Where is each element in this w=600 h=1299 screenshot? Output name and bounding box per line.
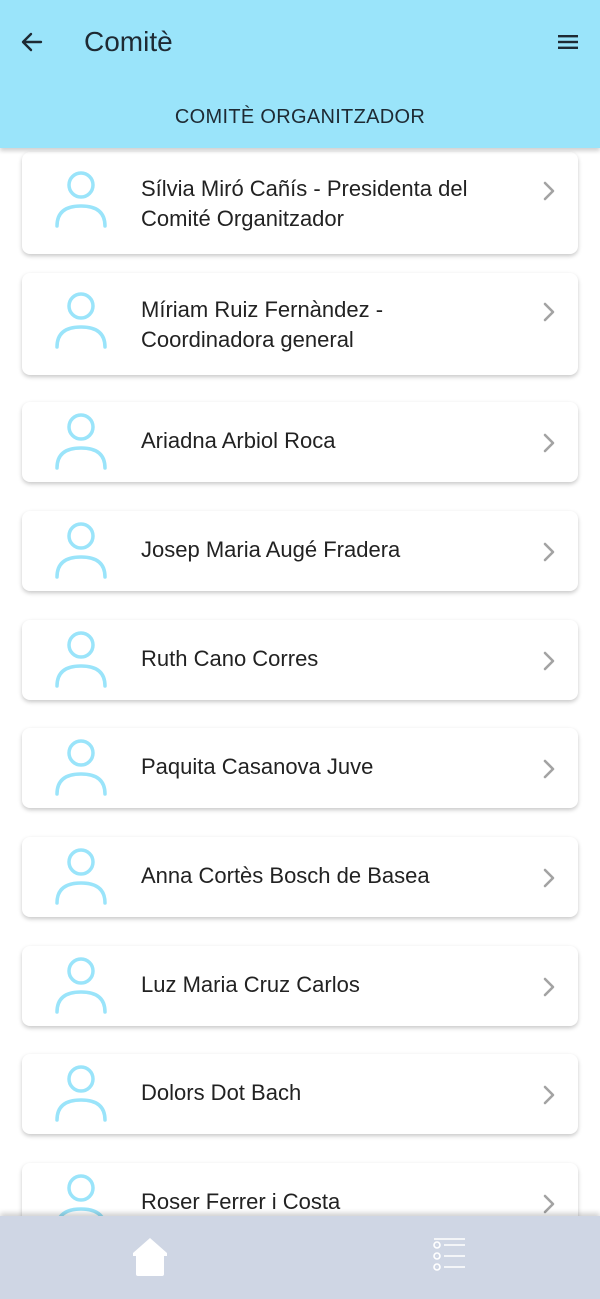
top-bar: Comitè bbox=[0, 0, 600, 84]
app-screen: Comitè COMITÈ ORGANITZADOR Sílvia Miró C… bbox=[0, 0, 600, 1299]
chevron-right-icon bbox=[543, 977, 555, 997]
chevron-right-icon bbox=[543, 759, 555, 779]
member-name: Anna Cortès Bosch de Basea bbox=[141, 863, 430, 888]
member-card[interactable]: Luz Maria Cruz Carlos bbox=[22, 946, 578, 1026]
member-name: Paquita Casanova Juve bbox=[141, 754, 374, 779]
member-card[interactable]: Míriam Ruiz Fernàndez - Coordinadora gen… bbox=[22, 273, 578, 375]
member-name: Roser Ferrer i Costa bbox=[141, 1189, 341, 1214]
back-button[interactable] bbox=[14, 24, 50, 60]
member-name: Ariadna Arbiol Roca bbox=[141, 428, 336, 453]
header: Comitè COMITÈ ORGANITZADOR bbox=[0, 0, 600, 148]
member-name: Míriam Ruiz Fernàndez - Coordinadora gen… bbox=[141, 297, 384, 352]
arrow-left-icon bbox=[21, 32, 43, 52]
member-name: Sílvia Miró Cañís - Presidenta del Comit… bbox=[141, 176, 468, 231]
user-avatar-icon bbox=[55, 1065, 107, 1122]
chevron-right-icon bbox=[543, 868, 555, 888]
member-card[interactable]: Paquita Casanova Juve bbox=[22, 728, 578, 808]
member-card[interactable]: Roser Ferrer i Costa bbox=[22, 1163, 578, 1216]
nav-list-button[interactable] bbox=[425, 1236, 475, 1278]
chevron-right-icon bbox=[543, 302, 555, 322]
bottom-nav bbox=[0, 1216, 600, 1299]
member-card[interactable]: Josep Maria Augé Fradera bbox=[22, 511, 578, 591]
user-avatar-icon bbox=[55, 739, 107, 796]
user-avatar-icon bbox=[58, 1174, 104, 1216]
chevron-right-icon bbox=[543, 1085, 555, 1105]
user-avatar-icon bbox=[55, 631, 107, 688]
chevron-right-icon bbox=[543, 542, 555, 562]
home-icon bbox=[133, 1238, 167, 1276]
list-icon bbox=[433, 1238, 465, 1271]
user-avatar-icon bbox=[55, 522, 107, 579]
page-title: Comitè bbox=[84, 26, 173, 57]
member-name: Ruth Cano Corres bbox=[141, 646, 319, 671]
menu-button[interactable] bbox=[550, 24, 586, 60]
user-avatar-icon bbox=[55, 848, 107, 905]
member-name: Dolors Dot Bach bbox=[141, 1080, 302, 1105]
member-name: Josep Maria Augé Fradera bbox=[141, 537, 401, 562]
nav-home-button[interactable] bbox=[125, 1236, 175, 1278]
chevron-right-icon bbox=[543, 1194, 555, 1214]
member-card[interactable]: Anna Cortès Bosch de Basea bbox=[22, 837, 578, 917]
chevron-right-icon bbox=[543, 181, 555, 201]
user-avatar-icon bbox=[55, 171, 107, 228]
user-avatar-icon bbox=[55, 292, 107, 349]
section-title: COMITÈ ORGANITZADOR bbox=[174, 106, 426, 128]
user-avatar-icon bbox=[55, 957, 107, 1014]
member-card[interactable]: Dolors Dot Bach bbox=[22, 1054, 578, 1134]
user-avatar-icon bbox=[55, 413, 107, 470]
member-card[interactable]: Sílvia Miró Cañís - Presidenta del Comit… bbox=[22, 152, 578, 254]
member-card[interactable]: Ariadna Arbiol Roca bbox=[22, 402, 578, 482]
hamburger-menu-icon bbox=[558, 35, 578, 49]
chevron-right-icon bbox=[543, 651, 555, 671]
chevron-right-icon bbox=[543, 433, 555, 453]
member-name: Luz Maria Cruz Carlos bbox=[141, 972, 360, 997]
members-list[interactable]: Sílvia Miró Cañís - Presidenta del Comit… bbox=[0, 148, 600, 1216]
member-card[interactable]: Ruth Cano Corres bbox=[22, 620, 578, 700]
